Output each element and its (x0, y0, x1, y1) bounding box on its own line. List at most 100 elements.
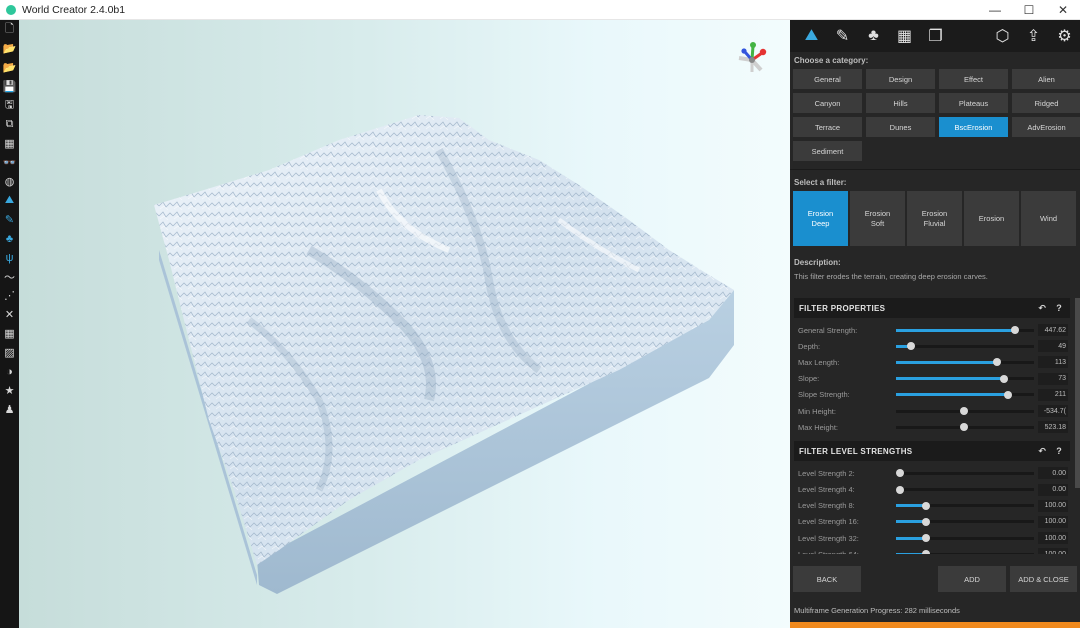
property-value-field[interactable]: -534.7( (1038, 405, 1068, 418)
category-button[interactable]: Alien (1012, 69, 1080, 89)
minimize-button[interactable]: — (978, 0, 1012, 20)
filter-button[interactable]: Erosion Deep (793, 191, 848, 246)
property-slider[interactable] (896, 501, 1034, 510)
new-file-icon[interactable]: 🗋 (0, 20, 19, 39)
category-button[interactable]: Ridged (1012, 93, 1080, 113)
filter-button[interactable]: Erosion Soft (850, 191, 905, 246)
open-recent-icon[interactable]: 📂 (0, 58, 19, 77)
trees-icon[interactable]: ♣ (0, 229, 19, 248)
property-slider[interactable] (896, 423, 1034, 432)
slider-knob[interactable] (1010, 326, 1019, 335)
category-button[interactable]: Plateaus (939, 93, 1008, 113)
property-slider[interactable] (896, 485, 1034, 494)
slider-knob[interactable] (922, 534, 931, 543)
property-value-field[interactable]: 49 (1038, 340, 1068, 353)
property-slider[interactable] (896, 326, 1034, 335)
slider-knob[interactable] (999, 374, 1008, 383)
add-button[interactable]: ADD (938, 566, 1006, 592)
property-slider[interactable] (896, 374, 1034, 383)
share-icon[interactable]: ⇪ (1018, 22, 1049, 50)
category-button[interactable]: Terrace (793, 117, 862, 137)
reset-icon[interactable]: ↶ (1038, 303, 1046, 314)
grid-icon[interactable]: ▦ (0, 324, 19, 343)
property-value-field[interactable]: 211 (1038, 388, 1068, 401)
brush-tab-icon[interactable]: ✎ (827, 22, 858, 50)
slider-knob[interactable] (922, 501, 931, 510)
property-value-field[interactable]: 100.00 (1038, 532, 1068, 545)
property-slider[interactable] (896, 390, 1034, 399)
category-button[interactable]: AdvErosion (1012, 117, 1080, 137)
open-folder-icon[interactable]: 📂 (0, 39, 19, 58)
filter-button[interactable]: Erosion (964, 191, 1019, 246)
properties-scroll-area[interactable]: FILTER PROPERTIES ↶ ? General Strength: 4… (790, 296, 1080, 554)
property-value-field[interactable]: 523.18 (1038, 421, 1068, 434)
slider-knob[interactable] (1003, 390, 1012, 399)
layers-tab-icon[interactable]: ❐ (920, 22, 951, 50)
expand-icon[interactable]: ✕ (0, 305, 19, 324)
slider-knob[interactable] (922, 517, 931, 526)
category-button[interactable]: BscErosion (939, 117, 1008, 137)
reset-icon[interactable]: ↶ (1038, 446, 1046, 457)
star-icon[interactable]: ★ (0, 381, 19, 400)
mountain-icon[interactable]: ⛰ (0, 191, 19, 210)
help-icon[interactable]: ? (1056, 303, 1062, 314)
map-tab-icon[interactable]: ▦ (889, 22, 920, 50)
category-button[interactable]: Sediment (793, 141, 862, 161)
category-button[interactable]: Design (866, 69, 935, 89)
slider-knob[interactable] (896, 469, 905, 478)
property-slider[interactable] (896, 550, 1034, 554)
property-slider[interactable] (896, 358, 1034, 367)
slider-knob[interactable] (959, 407, 968, 416)
rain-icon[interactable]: ⋰ (0, 286, 19, 305)
filter-button[interactable]: Wind (1021, 191, 1076, 246)
maximize-button[interactable]: ☐ (1012, 0, 1046, 20)
add-close-button[interactable]: ADD & CLOSE (1010, 566, 1077, 592)
mountain-tab-icon[interactable]: ⛰ (796, 22, 827, 50)
terrain-viewport[interactable] (19, 20, 790, 628)
globe-icon[interactable]: ◍ (0, 172, 19, 191)
filter-button[interactable]: Erosion Fluvial (907, 191, 962, 246)
slider-knob[interactable] (907, 342, 916, 351)
grass-icon[interactable]: ψ (0, 248, 19, 267)
category-button[interactable]: Hills (866, 93, 935, 113)
property-value-field[interactable]: 0.00 (1038, 467, 1068, 480)
property-slider[interactable] (896, 517, 1034, 526)
slider-knob[interactable] (896, 485, 905, 494)
wave-icon[interactable]: 〜 (0, 267, 19, 286)
brush-icon[interactable]: ✎ (0, 210, 19, 229)
property-value-field[interactable]: 73 (1038, 372, 1068, 385)
save-icon[interactable]: 💾 (0, 77, 19, 96)
property-slider[interactable] (896, 469, 1034, 478)
slider-knob[interactable] (992, 358, 1001, 367)
property-value-field[interactable]: 0.00 (1038, 483, 1068, 496)
property-slider[interactable] (896, 534, 1034, 543)
image-icon[interactable]: ▨ (0, 343, 19, 362)
binoculars-icon[interactable]: 👓 (0, 153, 19, 172)
property-value-field[interactable]: 100.00 (1038, 515, 1068, 528)
close-button[interactable]: ✕ (1046, 0, 1080, 20)
category-button[interactable]: Canyon (793, 93, 862, 113)
property-value-field[interactable]: 447.62 (1038, 324, 1068, 337)
property-slider[interactable] (896, 407, 1034, 416)
back-button[interactable]: BACK (793, 566, 861, 592)
gear-icon[interactable]: ⚙ (1049, 22, 1080, 50)
axis-gizmo-icon[interactable] (731, 36, 773, 78)
map-icon[interactable]: ▦ (0, 134, 19, 153)
slider-knob[interactable] (959, 423, 968, 432)
property-value-field[interactable]: 100.00 (1038, 548, 1068, 554)
cube-icon[interactable]: ⬡ (987, 22, 1018, 50)
export-icon[interactable]: ⧉ (0, 115, 19, 134)
user-icon[interactable]: ♟ (0, 400, 19, 419)
trees-tab-icon[interactable]: ♣ (858, 22, 889, 50)
save-as-icon[interactable]: 🖫 (0, 96, 19, 115)
panel-scrollbar[interactable] (1075, 298, 1080, 488)
property-value-field[interactable]: 100.00 (1038, 499, 1068, 512)
slider-knob[interactable] (922, 550, 931, 554)
category-button[interactable]: Effect (939, 69, 1008, 89)
category-button[interactable]: General (793, 69, 862, 89)
circle-half-icon[interactable]: ◑ (0, 362, 19, 381)
property-slider[interactable] (896, 342, 1034, 351)
property-value-field[interactable]: 113 (1038, 356, 1068, 369)
category-button[interactable]: Dunes (866, 117, 935, 137)
help-icon[interactable]: ? (1056, 446, 1062, 457)
